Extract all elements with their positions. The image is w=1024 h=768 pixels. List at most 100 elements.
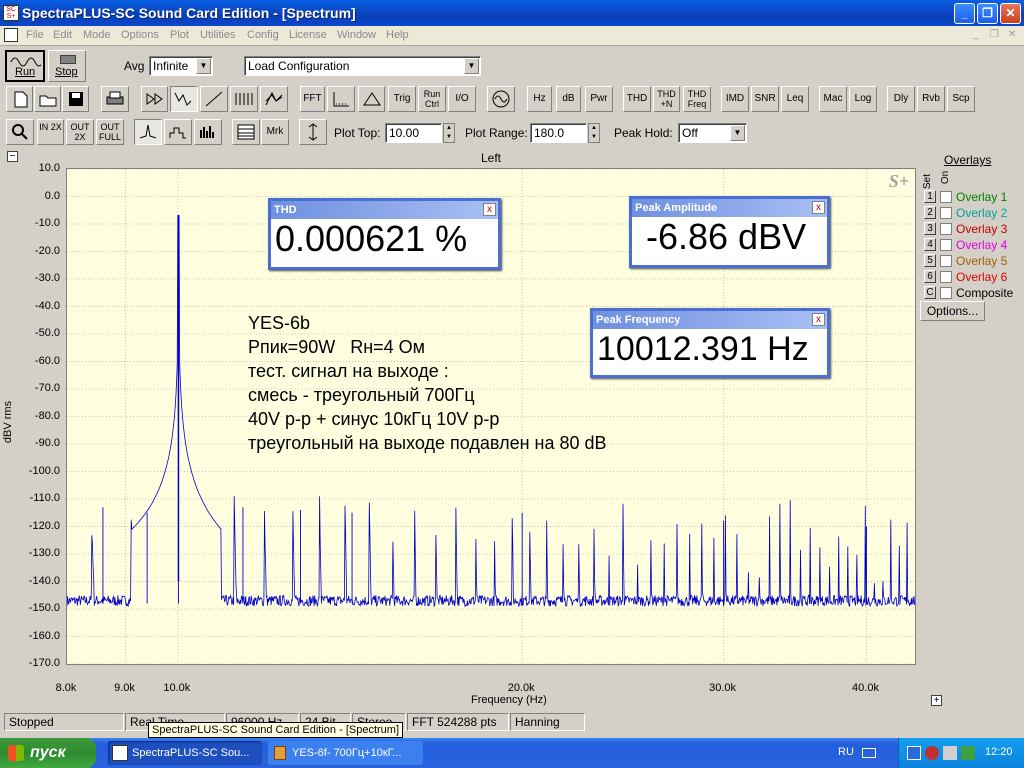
overlay-checkbox[interactable] bbox=[940, 271, 952, 283]
db-button[interactable]: dB bbox=[556, 86, 581, 112]
taskbar-item-image[interactable]: YES-6f- 700Гц+10кГ... bbox=[268, 741, 423, 765]
restore-button[interactable]: ❐ bbox=[977, 3, 998, 24]
annotation-line: YES-6b bbox=[248, 313, 311, 333]
overlay-set-button[interactable]: 2 bbox=[924, 206, 936, 219]
envelope-button[interactable] bbox=[358, 86, 385, 112]
close-icon[interactable]: x bbox=[812, 313, 825, 326]
config-select[interactable]: Load Configuration ▼ bbox=[244, 56, 481, 76]
overlay-options-button[interactable]: Options... bbox=[920, 301, 985, 321]
stop-label: Stop bbox=[55, 66, 78, 78]
close-icon[interactable]: x bbox=[812, 201, 825, 214]
overlay-checkbox[interactable] bbox=[940, 255, 952, 267]
new-button[interactable] bbox=[6, 86, 33, 112]
mrk-button[interactable]: Mrk bbox=[261, 119, 289, 145]
menu-mode[interactable]: Mode bbox=[83, 29, 111, 41]
menu-options[interactable]: Options bbox=[121, 29, 159, 41]
avg-select[interactable]: Infinite ▼ bbox=[149, 56, 213, 76]
menu-help[interactable]: Help bbox=[386, 29, 409, 41]
zoom-full-button[interactable]: OUT FULL bbox=[96, 119, 124, 145]
open-button[interactable] bbox=[34, 86, 61, 112]
signal-gen-button[interactable] bbox=[487, 86, 515, 112]
overlay-checkbox[interactable] bbox=[940, 287, 952, 299]
overlay-checkbox[interactable] bbox=[940, 207, 952, 219]
rvb-button[interactable]: Rvb bbox=[917, 86, 945, 112]
plot-top-stepper[interactable]: ▲ ▼ bbox=[443, 123, 455, 143]
expand-button[interactable]: + bbox=[931, 695, 942, 706]
menu-file[interactable]: File bbox=[26, 29, 44, 41]
data-table-button[interactable] bbox=[232, 119, 260, 145]
plot-range-stepper[interactable]: ▲ ▼ bbox=[588, 123, 600, 143]
overlay-set-button[interactable]: 3 bbox=[924, 222, 936, 235]
menu-edit[interactable]: Edit bbox=[53, 29, 72, 41]
overlay-set-button[interactable]: C bbox=[924, 286, 936, 299]
overlay-set-button[interactable]: 5 bbox=[924, 254, 936, 267]
menu-license[interactable]: License bbox=[289, 29, 327, 41]
hz-button[interactable]: Hz bbox=[527, 86, 552, 112]
imd-button[interactable]: IMD bbox=[721, 86, 749, 112]
scp-button[interactable]: Scp bbox=[947, 86, 975, 112]
log-button[interactable]: Log bbox=[849, 86, 877, 112]
taskbar-item-spectraplus[interactable]: SpectraPLUS-SC Sou... bbox=[108, 741, 262, 765]
mac-button[interactable]: Mac bbox=[819, 86, 847, 112]
stop-button[interactable]: Stop bbox=[48, 50, 86, 82]
mdi-minimize-button[interactable]: _ bbox=[973, 29, 979, 40]
keyboard-icon[interactable] bbox=[862, 748, 876, 758]
collapse-button[interactable]: − bbox=[7, 151, 18, 162]
y-tick-label: -90.0 bbox=[34, 437, 60, 449]
mdi-restore-button[interactable]: ❐ bbox=[990, 29, 999, 40]
plot-top-input[interactable]: 10.00 bbox=[385, 123, 442, 143]
plot-range-input[interactable]: 180.0 bbox=[530, 123, 587, 143]
overlay-set-button[interactable]: 6 bbox=[924, 270, 936, 283]
fft-button[interactable]: FFT bbox=[300, 86, 325, 112]
overlay-checkbox[interactable] bbox=[940, 223, 952, 235]
menu-config[interactable]: Config bbox=[247, 29, 279, 41]
network-icon[interactable] bbox=[907, 746, 921, 760]
spectrum-button[interactable] bbox=[170, 86, 198, 112]
zoom-button[interactable] bbox=[6, 119, 34, 145]
security-icon[interactable] bbox=[925, 746, 939, 760]
menu-plot[interactable]: Plot bbox=[170, 29, 189, 41]
close-icon[interactable]: x bbox=[483, 203, 496, 216]
line-plot-button[interactable] bbox=[134, 119, 162, 145]
table-icon bbox=[237, 124, 255, 140]
run-ctrl-button[interactable]: Run Ctrl bbox=[418, 86, 446, 112]
autoscale-button[interactable] bbox=[299, 119, 327, 145]
dly-button[interactable]: Dly bbox=[887, 86, 915, 112]
io-button[interactable]: I/O bbox=[448, 86, 476, 112]
start-button[interactable]: пуск bbox=[0, 738, 96, 768]
leq-button[interactable]: Leq bbox=[781, 86, 809, 112]
menu-utilities[interactable]: Utilities bbox=[200, 29, 235, 41]
tray-app-icon[interactable] bbox=[961, 746, 975, 760]
3d-button[interactable] bbox=[260, 86, 288, 112]
thd-button[interactable]: THD bbox=[623, 86, 651, 112]
minimize-button[interactable]: _ bbox=[954, 3, 975, 24]
peak-hold-select[interactable]: Off ▼ bbox=[678, 123, 747, 143]
pwr-button[interactable]: Pwr bbox=[585, 86, 613, 112]
print-button[interactable] bbox=[101, 86, 129, 112]
overlay-checkbox[interactable] bbox=[940, 191, 952, 203]
bar-plot-button[interactable] bbox=[164, 119, 192, 145]
ramp-button[interactable] bbox=[200, 86, 228, 112]
plot-top-label: Plot Top: bbox=[334, 126, 381, 140]
trig-button[interactable]: Trig bbox=[388, 86, 416, 112]
overlay-set-button[interactable]: 4 bbox=[924, 238, 936, 251]
menu-window[interactable]: Window bbox=[337, 29, 376, 41]
zoom-out-button[interactable]: OUT 2X bbox=[66, 119, 94, 145]
snr-button[interactable]: SNR bbox=[751, 86, 779, 112]
overlay-label: Overlay 2 bbox=[956, 206, 1008, 220]
zoom-in-button[interactable]: IN 2X bbox=[37, 119, 64, 145]
save-button[interactable] bbox=[62, 86, 89, 112]
overlay-set-button[interactable]: 1 bbox=[924, 190, 936, 203]
thd-freq-button[interactable]: THD Freq bbox=[683, 86, 711, 112]
run-button[interactable]: Run bbox=[5, 50, 45, 82]
octave-button[interactable] bbox=[194, 119, 222, 145]
waterfall-button[interactable] bbox=[230, 86, 258, 112]
language-indicator[interactable]: RU bbox=[838, 746, 854, 758]
thd-n-button[interactable]: THD +N bbox=[653, 86, 680, 112]
close-button[interactable]: ✕ bbox=[1000, 3, 1021, 24]
mdi-close-button[interactable]: ✕ bbox=[1008, 29, 1016, 40]
volume-icon[interactable] bbox=[943, 746, 957, 760]
scope-lines-button[interactable] bbox=[327, 86, 355, 112]
impulse-button[interactable] bbox=[141, 86, 168, 112]
overlay-checkbox[interactable] bbox=[940, 239, 952, 251]
